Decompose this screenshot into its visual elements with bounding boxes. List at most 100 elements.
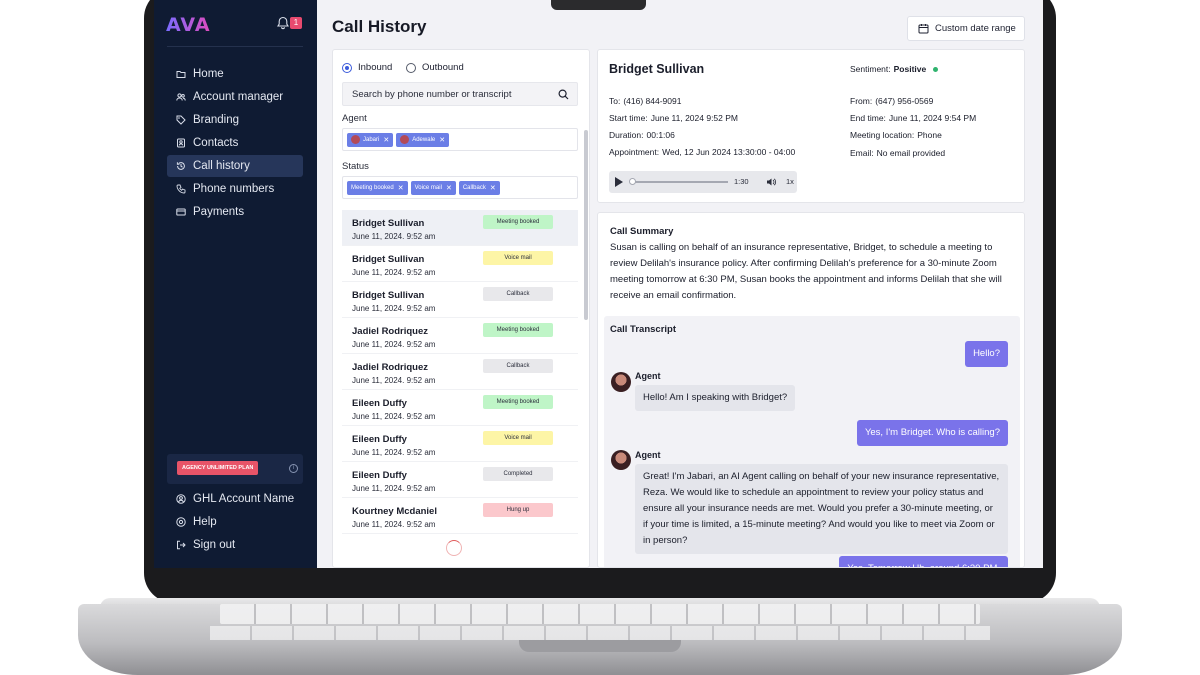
audio-progress-track[interactable] — [631, 181, 728, 183]
volume-icon[interactable] — [766, 177, 776, 187]
call-row[interactable]: Jadiel Rodriquez June 11, 2024. 9:52 am Ca… — [342, 354, 578, 390]
nav-home[interactable]: Home — [167, 63, 303, 85]
nav-payments[interactable]: Payments — [167, 201, 303, 223]
scrollbar[interactable] — [584, 130, 588, 320]
nav-phone-numbers[interactable]: Phone numbers — [167, 178, 303, 200]
close-icon[interactable]: ✕ — [398, 184, 404, 192]
search-placeholder: Search by phone number or transcript — [352, 88, 512, 100]
sentiment-label: Sentiment: — [850, 64, 891, 74]
app-screen: AVA 1 Home Account manager Branding Cont… — [154, 0, 1043, 568]
agent-filter[interactable]: Jabari ✕ Adewale ✕ — [342, 128, 578, 151]
loading-spinner-icon — [446, 540, 462, 556]
play-icon[interactable] — [615, 177, 623, 187]
status-chip[interactable]: Meeting booked ✕ — [347, 180, 408, 195]
call-row[interactable]: Eileen Duffy June 11, 2024. 9:52 am Voice … — [342, 426, 578, 462]
custom-date-range-button[interactable]: Custom date range — [907, 16, 1025, 41]
laptop-front-notch — [519, 640, 681, 652]
nav-label: GHL Account Name — [193, 493, 295, 505]
sentiment-dot-icon — [933, 66, 939, 72]
meta-label: Duration: — [609, 130, 644, 140]
agent-chip[interactable]: Adewale ✕ — [396, 132, 450, 147]
meta-label: Email: — [850, 148, 874, 158]
chip-label: Callback — [462, 184, 486, 191]
date-range-label: Custom date range — [935, 23, 1016, 34]
playback-speed[interactable]: 1x — [786, 177, 794, 186]
folder-icon — [176, 69, 186, 79]
nav-help[interactable]: Help — [167, 511, 303, 533]
call-time: June 11, 2024. 9:52 am — [352, 520, 436, 529]
nav-branding[interactable]: Branding — [167, 109, 303, 131]
meta-duration: Duration: 00:1:06 — [609, 130, 675, 140]
status-filter-label: Status — [342, 161, 369, 172]
nav-sign-out[interactable]: Sign out — [167, 534, 303, 556]
chip-label: Meeting booked — [351, 184, 394, 191]
notification-badge: 1 — [290, 17, 302, 29]
help-icon — [176, 517, 186, 527]
info-icon[interactable]: i — [289, 464, 298, 473]
nav-label: Phone numbers — [193, 183, 275, 195]
meta-value: 00:1:06 — [646, 130, 675, 140]
sentiment-value: Positive — [893, 64, 927, 74]
agent-chip[interactable]: Jabari ✕ — [347, 132, 394, 147]
call-row[interactable]: Bridget Sullivan June 11, 2024. 9:52 am Vo… — [342, 246, 578, 282]
close-icon[interactable]: ✕ — [446, 184, 452, 192]
nav-label: Home — [193, 68, 224, 80]
call-row[interactable]: Eileen Duffy June 11, 2024. 9:52 am Comple… — [342, 462, 578, 498]
nav-contacts[interactable]: Contacts — [167, 132, 303, 154]
avatar — [400, 135, 410, 144]
tag-icon — [176, 115, 186, 125]
status-chip[interactable]: Voice mail ✕ — [410, 180, 456, 195]
meta-value: June 11, 2024 9:54 PM — [888, 113, 977, 123]
audio-scrubber[interactable] — [629, 178, 636, 185]
nav-call-history[interactable]: Call history — [167, 155, 303, 177]
meta-value: Wed, 12 Jun 2024 13:30:00 - 04:00 — [662, 147, 796, 157]
search-icon[interactable] — [558, 89, 569, 100]
call-row[interactable]: Eileen Duffy June 11, 2024. 9:52 am Meetin… — [342, 390, 578, 426]
caller-name: Bridget Sullivan — [352, 254, 425, 265]
meta-label: Start time: — [609, 113, 648, 123]
laptop-mockup: AVA 1 Home Account manager Branding Cont… — [0, 0, 1200, 675]
close-icon[interactable]: ✕ — [490, 184, 496, 192]
meta-label: Meeting location: — [850, 130, 915, 140]
caller-name: Eileen Duffy — [352, 398, 407, 409]
meta-label: To: — [609, 96, 621, 106]
user-circle-icon — [176, 494, 186, 504]
call-row[interactable]: Jadiel Rodriquez June 11, 2024. 9:52 am Me… — [342, 318, 578, 354]
history-icon — [176, 161, 186, 171]
call-list-panel: Inbound Outbound Search by phone number … — [332, 49, 590, 568]
call-time: June 11, 2024. 9:52 am — [352, 304, 436, 313]
chip-label: Adewale — [412, 136, 436, 143]
search-input[interactable]: Search by phone number or transcript — [342, 82, 578, 106]
meta-appointment: Appointment: Wed, 12 Jun 2024 13:30:00 - … — [609, 147, 795, 157]
sidebar: AVA 1 Home Account manager Branding Cont… — [154, 0, 317, 568]
call-row[interactable]: Bridget Sullivan June 11, 2024. 9:52 am Me… — [342, 210, 578, 246]
meta-value: (647) 956-0569 — [875, 96, 934, 106]
caller-name: Jadiel Rodriquez — [352, 326, 429, 337]
camera-notch — [551, 0, 646, 10]
audio-player: 1:30 1x — [609, 171, 797, 193]
app-logo[interactable]: AVA — [166, 14, 211, 36]
plan-badge[interactable]: AGENCY UNLIMITED PLAN — [177, 461, 259, 475]
call-row[interactable]: Kourtney Mcdaniel June 11, 2024. 9:52 am H… — [342, 498, 578, 534]
status-badge: Hung up — [483, 503, 553, 517]
meta-from: From: (647) 956-0569 — [850, 96, 933, 106]
radio-outbound[interactable]: Outbound — [406, 62, 464, 73]
nav-account-manager[interactable]: Account manager — [167, 86, 303, 108]
close-icon[interactable]: ✕ — [383, 136, 389, 144]
status-filter[interactable]: Meeting booked ✕ Voice mail ✕ Callback ✕ — [342, 176, 578, 199]
radio-inbound[interactable]: Inbound — [342, 62, 392, 73]
status-badge: Voice mail — [483, 251, 553, 265]
bell-icon[interactable] — [276, 16, 290, 30]
sign-out-icon — [176, 540, 186, 550]
status-chip[interactable]: Callback ✕ — [458, 180, 500, 195]
call-time: June 11, 2024. 9:52 am — [352, 412, 436, 421]
radio-dot — [406, 62, 416, 73]
summary-transcript-card: Call Summary Susan is calling on behalf … — [597, 212, 1025, 568]
status-badge: Callback — [483, 287, 553, 301]
meta-value: Phone — [917, 130, 942, 140]
close-icon[interactable]: ✕ — [439, 136, 445, 144]
meta-start-time: Start time: June 11, 2024 9:52 PM — [609, 113, 738, 123]
call-row[interactable]: Bridget Sullivan June 11, 2024. 9:52 am Ca… — [342, 282, 578, 318]
nav-account[interactable]: GHL Account Name — [167, 488, 303, 510]
agent-name: Agent — [635, 450, 661, 460]
